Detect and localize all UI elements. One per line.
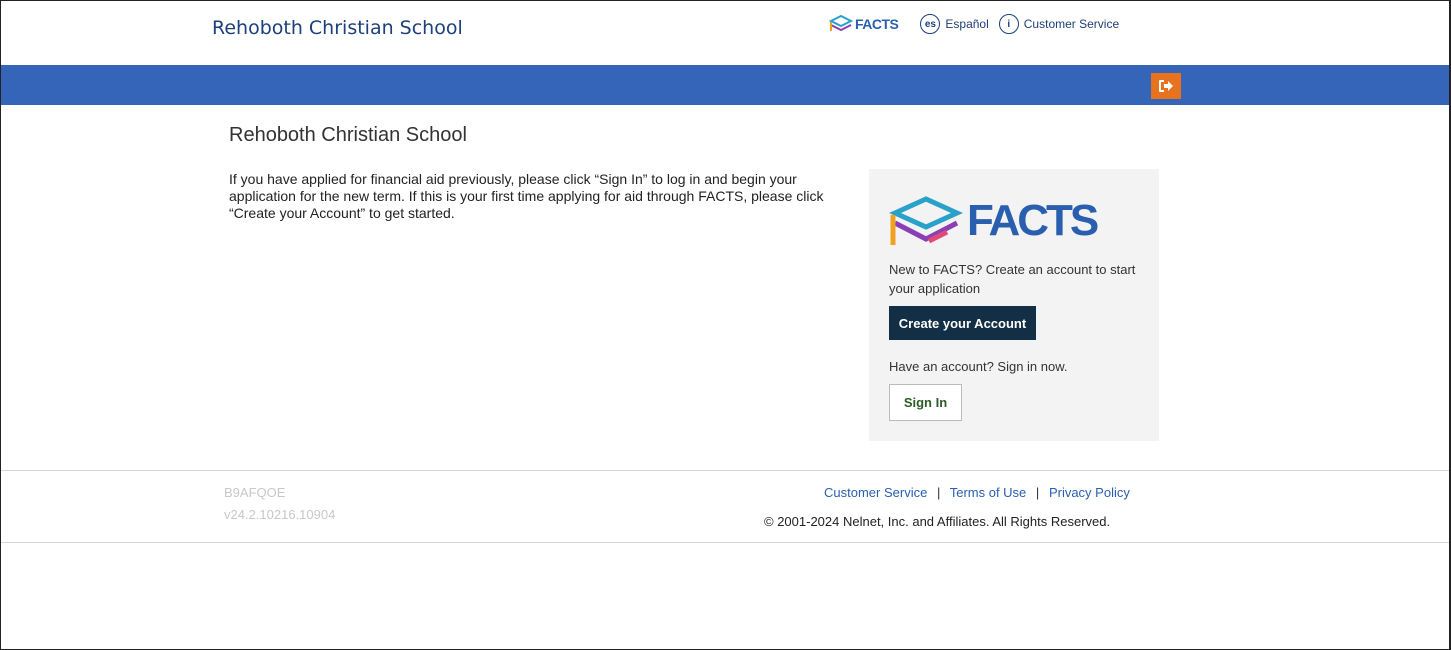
page-title: Rehoboth Christian School (229, 124, 467, 146)
sign-in-button[interactable]: Sign In (889, 384, 962, 421)
top-header: Rehoboth Christian School FACTS es Españ… (1, 1, 1449, 65)
facts-header-logo-text: FACTS (855, 16, 899, 32)
footer-code: B9AFQOE (224, 485, 286, 500)
header-customer-service-link[interactable]: i Customer Service (998, 14, 1120, 34)
intro-text: If you have applied for financial aid pr… (229, 171, 824, 221)
sign-out-button[interactable] (1151, 73, 1181, 99)
footer-privacy-link[interactable]: Privacy Policy (1049, 485, 1130, 500)
facts-logo-icon (829, 15, 853, 32)
facts-panel-logo: FACTS (889, 195, 1099, 247)
espanol-link[interactable]: es Español (920, 14, 989, 34)
facts-panel-logo-text: FACTS (967, 196, 1099, 245)
footer-bottom-divider (1, 542, 1449, 543)
page-frame: Rehoboth Christian School FACTS es Españ… (0, 0, 1451, 650)
facts-header-logo[interactable]: FACTS (829, 15, 899, 33)
create-account-button[interactable]: Create your Account (889, 306, 1036, 340)
footer-version: v24.2.10216.10904 (224, 507, 336, 522)
footer-top-divider (1, 470, 1449, 471)
facts-logo-icon (889, 196, 963, 245)
new-account-text: New to FACTS? Create an account to start… (889, 262, 1136, 296)
footer-customer-service-link[interactable]: Customer Service (824, 485, 927, 500)
header-customer-service-label: Customer Service (1023, 17, 1120, 31)
espanol-label: Español (945, 17, 989, 31)
footer-separator: | (936, 485, 941, 500)
header-school-name: Rehoboth Christian School (212, 17, 463, 39)
header-links: FACTS es Español i Customer Service (829, 11, 1129, 37)
footer-separator: | (1035, 485, 1040, 500)
have-account-text: Have an account? Sign in now. (889, 359, 1068, 374)
footer-links: Customer Service | Terms of Use | Privac… (824, 485, 1130, 500)
sign-out-icon (1159, 80, 1173, 92)
language-icon: es (920, 14, 941, 34)
copyright-text: © 2001-2024 Nelnet, Inc. and Affiliates.… (764, 514, 1111, 529)
account-panel: FACTS New to FACTS? Create an account to… (869, 169, 1159, 441)
footer-terms-link[interactable]: Terms of Use (950, 485, 1027, 500)
nav-bar (1, 65, 1449, 105)
info-icon: i (998, 14, 1019, 34)
